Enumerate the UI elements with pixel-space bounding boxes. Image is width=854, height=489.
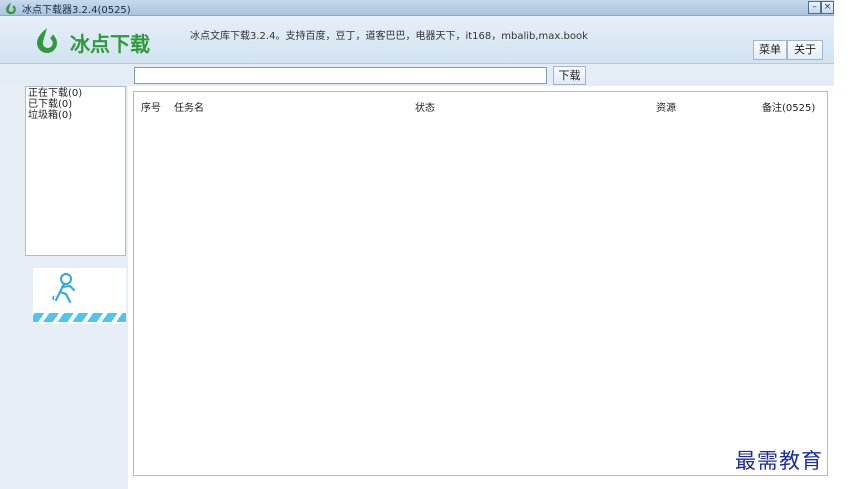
column-header-source[interactable]: 资源 — [656, 99, 676, 114]
column-header-index[interactable]: 序号 — [141, 99, 161, 114]
title-bar: 冰点下载器3.2.4(0525) – × — [0, 0, 834, 16]
right-margin — [834, 0, 854, 489]
logo-text: 冰点下载 — [70, 32, 150, 56]
url-toolbar: 下载 — [0, 64, 834, 86]
running-mascot-icon — [52, 273, 75, 303]
about-button[interactable]: 关于 — [787, 40, 823, 60]
column-header-status[interactable]: 状态 — [415, 99, 435, 114]
app-header: 冰点下载 冰点文库下载3.2.4。支持百度，豆丁，道客巴巴，电器天下，it168… — [0, 16, 834, 64]
column-header-note[interactable]: 备注(0525) — [762, 99, 815, 114]
download-button[interactable]: 下载 — [553, 66, 586, 85]
column-header-task-name[interactable]: 任务名 — [174, 99, 204, 114]
close-button[interactable]: × — [821, 1, 834, 14]
task-list-header: 序号 任务名 状态 资源 备注(0525) — [134, 92, 827, 114]
app-logo-icon — [6, 2, 16, 15]
url-input[interactable] — [134, 67, 547, 84]
sidebar-item-downloading[interactable]: 正在下载(0) — [28, 88, 123, 99]
sidebar-item-trash[interactable]: 垃圾箱(0) — [28, 110, 123, 121]
tagline: 冰点文库下载3.2.4。支持百度，豆丁，道客巴巴，电器天下，it168，mbal… — [190, 31, 588, 42]
watermark-text: 最需教育 — [735, 449, 823, 473]
minimize-button[interactable]: – — [808, 1, 821, 14]
menu-button[interactable]: 菜单 — [753, 40, 787, 60]
sidebar-item-downloaded[interactable]: 已下载(0) — [28, 99, 123, 110]
task-list: 序号 任务名 状态 资源 备注(0525) — [133, 91, 828, 476]
window-title: 冰点下载器3.2.4(0525) — [22, 5, 131, 16]
ice-drop-logo-icon — [37, 28, 57, 53]
progress-stripe-bar — [33, 313, 126, 322]
category-panel: 正在下载(0) 已下载(0) 垃圾箱(0) — [25, 86, 126, 256]
